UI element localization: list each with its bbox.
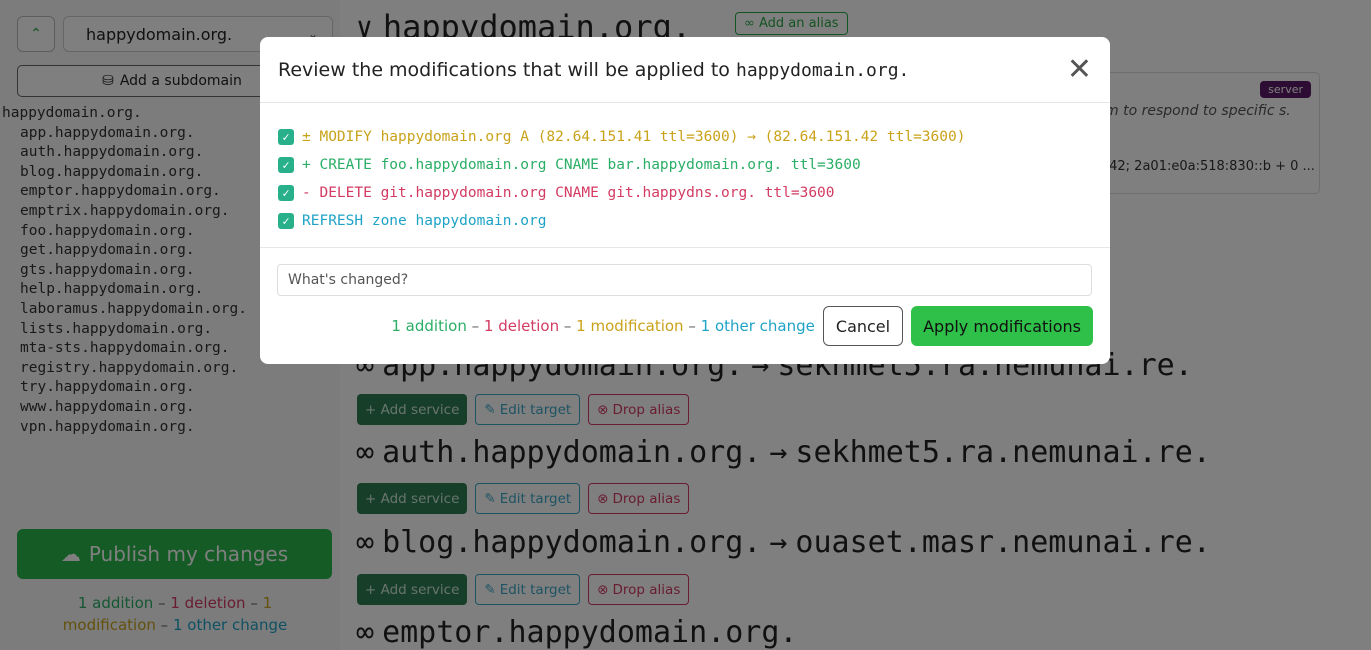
change-item: ✓ REFRESH zone happydomain.org bbox=[278, 207, 1110, 235]
modal-header: Review the modifications that will be ap… bbox=[260, 37, 1110, 103]
summary-separator: – bbox=[471, 317, 480, 335]
checkbox-checked-icon[interactable]: ✓ bbox=[278, 129, 294, 145]
summary-separator: – bbox=[688, 317, 696, 335]
modal-footer-row: 1 addition – 1 deletion – 1 modification… bbox=[277, 306, 1093, 346]
summary-additions: 1 addition bbox=[391, 317, 467, 335]
summary-modifications: 1 modification bbox=[576, 317, 684, 335]
change-item: ✓ + CREATE foo.happydomain.org CNAME bar… bbox=[278, 151, 1110, 179]
checkbox-checked-icon[interactable]: ✓ bbox=[278, 213, 294, 229]
apply-modifications-button[interactable]: Apply modifications bbox=[911, 306, 1093, 346]
close-icon[interactable]: ✕ bbox=[1067, 54, 1092, 85]
review-modal: Review the modifications that will be ap… bbox=[260, 37, 1110, 364]
summary-others: 1 other change bbox=[700, 317, 815, 335]
change-item: ✓ - DELETE git.happydomain.org CNAME git… bbox=[278, 179, 1110, 207]
change-item: ✓ ± MODIFY happydomain.org A (82.64.151.… bbox=[278, 123, 1110, 151]
modal-footer: 1 addition – 1 deletion – 1 modification… bbox=[260, 248, 1110, 346]
modal-title-prefix: Review the modifications that will be ap… bbox=[278, 58, 730, 81]
summary-deletions: 1 deletion bbox=[483, 317, 560, 335]
summary-separator: – bbox=[563, 317, 572, 335]
modal-title-domain: happydomain.org. bbox=[735, 59, 910, 81]
change-text: - DELETE git.happydomain.org CNAME git.h… bbox=[302, 185, 835, 201]
changes-list: ✓ ± MODIFY happydomain.org A (82.64.151.… bbox=[260, 103, 1110, 248]
change-text: ± MODIFY happydomain.org A (82.64.151.41… bbox=[302, 129, 966, 145]
checkbox-checked-icon[interactable]: ✓ bbox=[278, 185, 294, 201]
cancel-button[interactable]: Cancel bbox=[822, 306, 904, 346]
modal-title: Review the modifications that will be ap… bbox=[278, 59, 909, 81]
commit-message-input[interactable] bbox=[277, 264, 1092, 296]
modal-change-summary: 1 addition – 1 deletion – 1 modification… bbox=[391, 317, 815, 335]
checkbox-checked-icon[interactable]: ✓ bbox=[278, 157, 294, 173]
change-text: REFRESH zone happydomain.org bbox=[302, 213, 547, 229]
change-text: + CREATE foo.happydomain.org CNAME bar.h… bbox=[302, 157, 861, 173]
